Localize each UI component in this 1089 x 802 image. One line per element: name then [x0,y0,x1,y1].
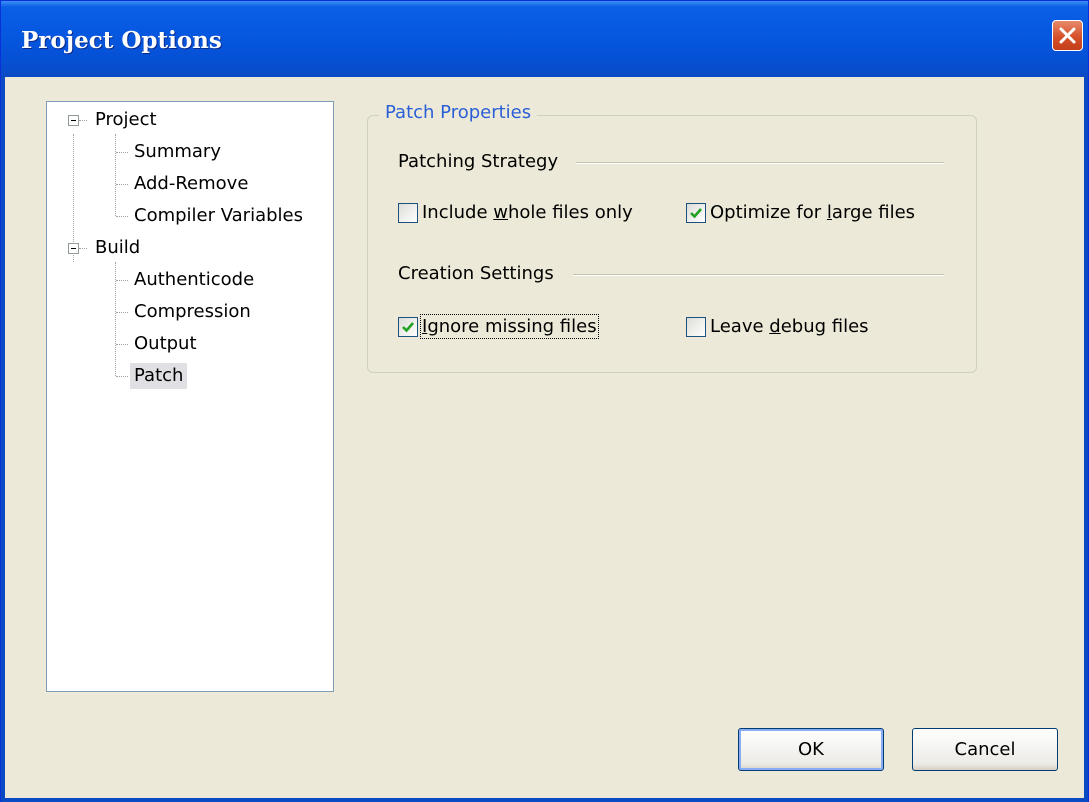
tree-line [116,344,128,345]
options-tree[interactable]: Project Summary Add-Remove Compiler Vari… [46,101,334,692]
collapse-icon[interactable] [68,243,79,254]
tree-line [115,134,116,216]
tree-item-summary[interactable]: Summary [134,139,221,165]
collapse-icon[interactable] [68,115,79,126]
checkbox-box [398,202,418,223]
tree-item-output[interactable]: Output [134,331,197,357]
checkmark-icon [402,321,414,332]
optimize-large-files-checkbox[interactable]: Optimize for large files [686,202,915,223]
title-bar[interactable]: Project Options [1,1,1088,77]
checkbox-box [686,202,706,223]
separator [576,162,944,164]
separator [573,274,944,276]
tree-line [79,120,87,121]
creation-settings-label: Creation Settings [398,263,554,284]
group-title: Patch Properties [379,102,538,123]
window-title: Project Options [21,27,222,54]
close-button[interactable] [1052,20,1083,51]
tree-line [116,152,128,153]
patching-strategy-label: Patching Strategy [398,151,559,172]
tree-line [116,312,128,313]
tree-line [116,280,128,281]
tree-item-compression[interactable]: Compression [134,299,251,325]
leave-debug-files-checkbox[interactable]: Leave debug files [686,316,869,337]
tree-line [116,216,128,217]
include-whole-files-checkbox[interactable]: Include whole files only [398,202,633,223]
checkbox-label: Ignore missing files [420,314,599,339]
tree-line [116,376,128,377]
project-options-dialog: Project Options Project Summary Add-Remo… [0,0,1089,802]
ok-button[interactable]: OK [738,728,884,771]
tree-line [116,184,128,185]
checkbox-box [686,316,706,337]
checkbox-label: Include whole files only [422,202,633,223]
tree-item-add-remove[interactable]: Add-Remove [134,171,248,197]
tree-item-authenticode[interactable]: Authenticode [134,267,254,293]
tree-line [79,248,87,249]
tree-item-project[interactable]: Project [95,107,157,133]
tree-item-build[interactable]: Build [95,235,140,261]
checkmark-icon [690,207,702,218]
cancel-button[interactable]: Cancel [912,728,1058,771]
left-frame [1,77,5,799]
ignore-missing-files-checkbox[interactable]: Ignore missing files [398,314,599,339]
checkbox-box [398,316,418,337]
tree-item-patch[interactable]: Patch [130,363,188,389]
tree-item-compiler-variables[interactable]: Compiler Variables [134,203,303,229]
checkbox-label: Optimize for large files [710,202,916,223]
bottom-frame [1,798,1088,802]
checkbox-label: Leave debug files [710,316,869,337]
close-icon [1059,27,1076,44]
right-frame [1084,77,1088,799]
